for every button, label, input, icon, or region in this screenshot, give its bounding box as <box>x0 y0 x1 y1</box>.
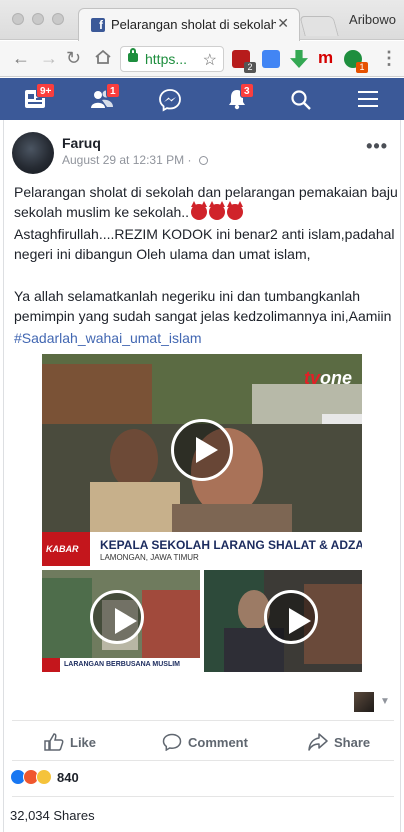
video-location: LAMONGAN, JAWA TIMUR <box>100 553 199 562</box>
share-count[interactable]: 32,034 Shares <box>10 808 95 823</box>
new-tab-button[interactable] <box>299 16 339 36</box>
dot-separator: · <box>187 153 192 167</box>
play-icon[interactable] <box>90 590 144 644</box>
video-thumbnail[interactable] <box>204 570 362 672</box>
translate-icon[interactable] <box>262 50 280 68</box>
chrome-menu-icon[interactable]: ⋮ <box>380 48 398 68</box>
download-ext-icon[interactable] <box>290 50 308 68</box>
more-options-icon[interactable]: ••• <box>366 136 388 157</box>
video2-caption: LARANGAN BERBUSANA MUSLIM <box>64 661 181 668</box>
search-icon <box>291 90 311 110</box>
minimize-window-button[interactable] <box>32 13 44 25</box>
comment-label: Comment <box>188 734 248 750</box>
author-avatar[interactable] <box>12 132 54 174</box>
main-video[interactable]: tvone KABAR KEPALA SEKOLAH LARANG SHALAT… <box>42 354 362 566</box>
facebook-favicon-icon: f <box>91 18 105 32</box>
share-button[interactable]: Share <box>308 730 370 754</box>
zoom-window-button[interactable] <box>52 13 64 25</box>
divider <box>12 720 394 721</box>
thumbs-up-icon <box>44 733 64 751</box>
like-label: Like <box>70 734 97 750</box>
video-headline: KEPALA SEKOLAH LARANG SHALAT & ADZAN <box>100 538 362 552</box>
browser-titlebar: f Pelarangan sholat di sekolah ✕ Aribowo <box>0 0 404 41</box>
friends-badge: 1 <box>106 83 120 98</box>
forward-icon[interactable]: → <box>40 48 58 68</box>
play-icon[interactable] <box>171 419 233 481</box>
post-text-paragraph: Astaghfirullah....REZIM KODOK ini benar2… <box>14 226 395 262</box>
post-meta: August 29 at 12:31 PM · <box>62 153 208 167</box>
lock-icon <box>128 48 138 62</box>
tab-title: Pelarangan sholat di sekolah <box>111 17 276 32</box>
close-window-button[interactable] <box>12 13 24 25</box>
tvone-logo: tvone <box>303 368 352 388</box>
reaction-count: 840 <box>57 769 79 785</box>
messenger-tab[interactable] <box>142 78 202 120</box>
back-icon[interactable]: ← <box>12 48 30 68</box>
ext-badge: 1 <box>356 62 368 73</box>
address-bar[interactable]: https... ☆ <box>120 46 224 72</box>
post-author[interactable]: Faruq <box>62 135 101 151</box>
play-icon[interactable] <box>264 590 318 644</box>
shield-ext-icon[interactable]: 2 <box>232 50 256 73</box>
post-text-paragraph: Ya allah selamatkanlah negeriku ini dan … <box>14 288 392 324</box>
chevron-down-icon[interactable]: ▼ <box>380 696 390 707</box>
devil-emoji-icon <box>209 201 226 220</box>
like-button[interactable]: Like <box>44 730 96 754</box>
grammarly-icon[interactable]: 1 <box>344 50 368 73</box>
hamburger-menu-icon <box>358 91 378 107</box>
divider <box>12 760 394 761</box>
browser-toolbar: ← → ↻ https... ☆ 2 m 1 ⋮ <box>0 41 404 77</box>
devil-emoji-icon <box>191 201 208 220</box>
devil-emoji-icon <box>227 201 244 220</box>
seen-by-avatar[interactable] <box>354 692 374 712</box>
reactions-summary[interactable]: 840 <box>10 768 79 786</box>
messenger-icon <box>159 89 181 112</box>
reload-icon[interactable]: ↻ <box>66 48 81 68</box>
post-timestamp[interactable]: August 29 at 12:31 PM <box>62 153 184 167</box>
hashtag-link[interactable]: #Sadarlah_wahai_umat_islam <box>14 328 402 348</box>
notifications-tab[interactable]: 3 <box>208 78 268 120</box>
menu-tab[interactable] <box>338 78 398 120</box>
bookmark-star-icon[interactable]: ☆ <box>203 50 217 70</box>
url-text: https... <box>145 51 188 67</box>
profile-name[interactable]: Aribowo <box>349 12 396 27</box>
comment-button[interactable]: Comment <box>162 730 248 754</box>
sad-reaction-icon <box>36 769 52 785</box>
post-text-paragraph: Pelarangan sholat di sekolah dan pelaran… <box>14 182 402 222</box>
post-card: Faruq August 29 at 12:31 PM · ••• Pelara… <box>3 120 401 832</box>
mendeley-icon[interactable]: m <box>318 49 336 68</box>
video-thumbnail[interactable]: LARANGAN BERBUSANA MUSLIM <box>42 570 200 672</box>
browser-tab[interactable]: f Pelarangan sholat di sekolah ✕ <box>78 8 300 41</box>
news-feed-tab[interactable]: 9+ <box>4 78 64 120</box>
facebook-nav-bar: 9+ 1 3 <box>0 78 404 120</box>
notifications-badge: 3 <box>240 83 254 98</box>
public-globe-icon <box>198 156 208 165</box>
news-lower-third: KABAR KEPALA SEKOLAH LARANG SHALAT & ADZ… <box>42 532 362 566</box>
divider <box>12 796 394 797</box>
search-tab[interactable] <box>272 78 332 120</box>
ext-badge: 2 <box>244 62 256 73</box>
tab-close-icon[interactable]: ✕ <box>277 15 289 32</box>
feed-badge: 9+ <box>36 83 56 98</box>
share-icon <box>308 733 328 751</box>
video2-lower-third: LARANGAN BERBUSANA MUSLIM <box>42 658 200 672</box>
comment-icon <box>162 733 182 751</box>
friend-requests-tab[interactable]: 1 <box>72 78 132 120</box>
program-tag: KABAR <box>42 532 90 566</box>
home-icon[interactable] <box>94 48 112 70</box>
share-label: Share <box>334 734 371 750</box>
